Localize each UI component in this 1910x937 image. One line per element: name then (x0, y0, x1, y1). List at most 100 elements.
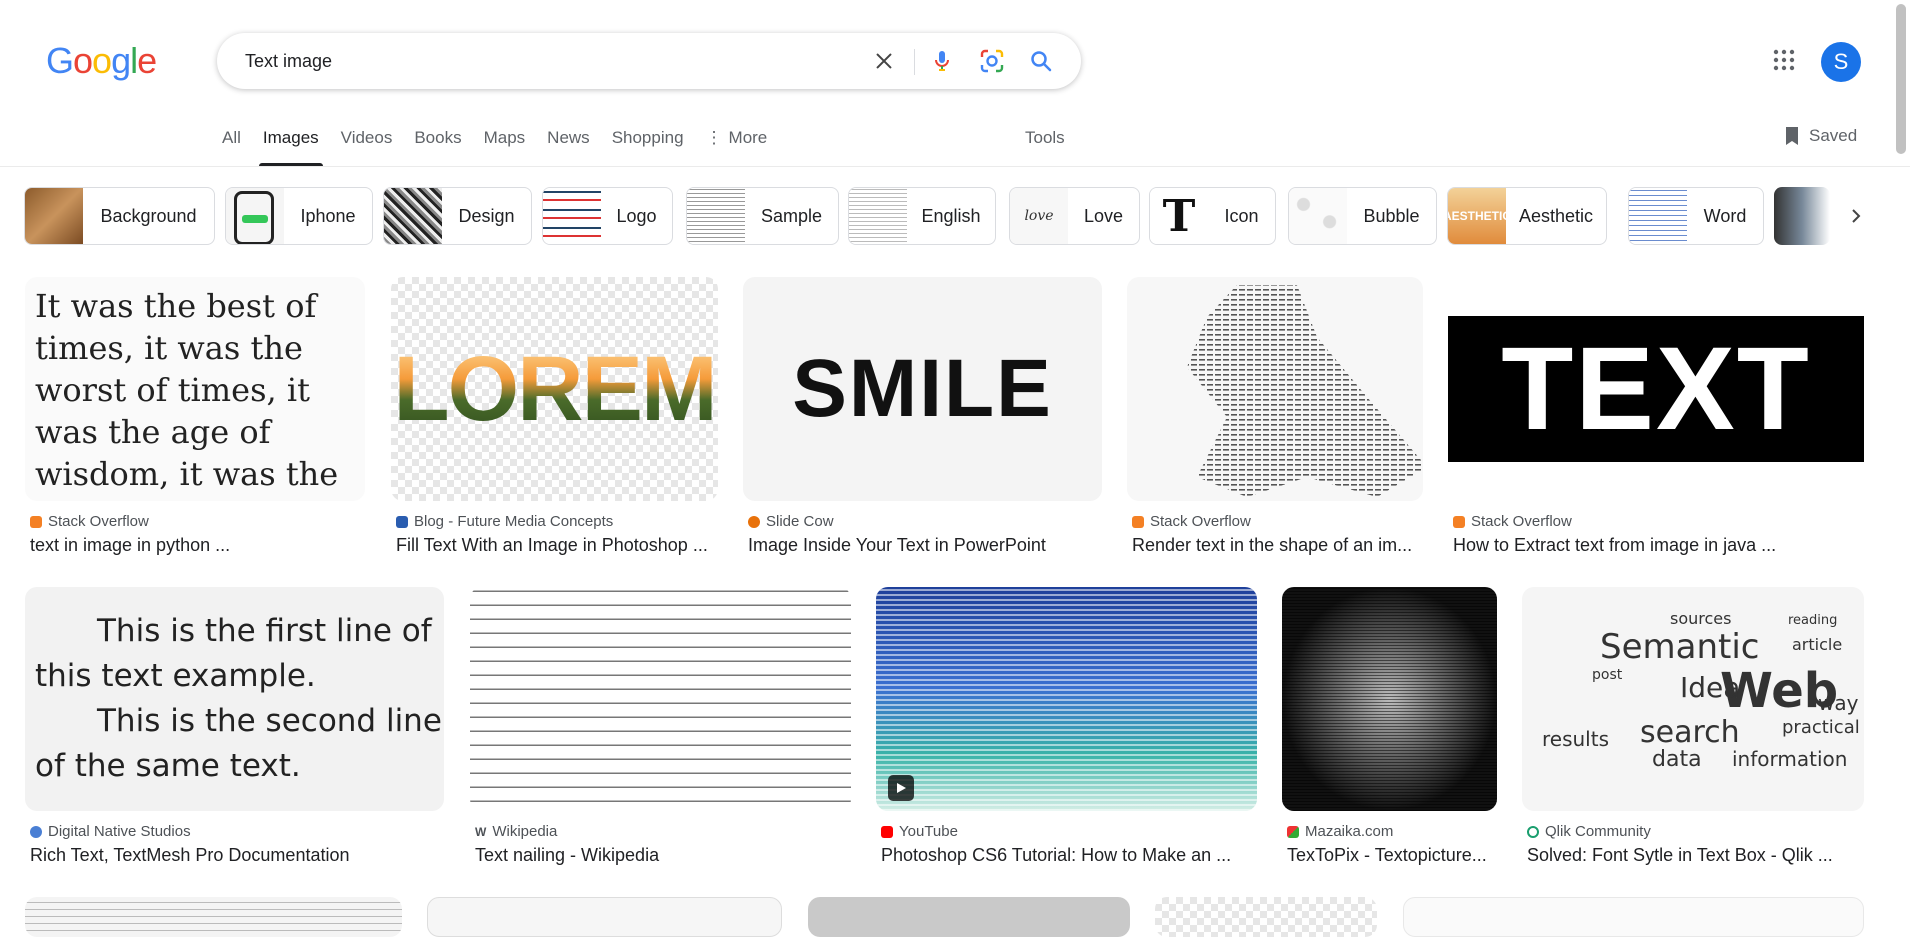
source-favicon (30, 515, 42, 528)
image-result[interactable]: W Wikipedia Text nailing - Wikipedia (470, 587, 851, 867)
source-label: Blog - Future Media Concepts (414, 513, 614, 530)
image-result[interactable]: This is the first line of this text exam… (25, 587, 444, 867)
chip-bubble[interactable]: Bubble (1288, 187, 1437, 245)
scrollbar-thumb[interactable] (1896, 4, 1906, 154)
source-favicon (1132, 515, 1144, 528)
google-logo[interactable]: Google (46, 40, 157, 82)
chip-label: Logo (616, 205, 657, 226)
tab-videos[interactable]: Videos (341, 118, 393, 166)
image-result[interactable]: It was the best of times, it was the wor… (25, 277, 365, 557)
image-result[interactable]: Mazaika.com TexToPix - Textopicture... (1282, 587, 1497, 867)
result-image: TEXT (1448, 277, 1864, 501)
result-title[interactable]: text in image in python ... (30, 535, 365, 556)
image-result[interactable]: TEXT Stack Overflow How to Extract text … (1448, 277, 1864, 557)
source-label: Mazaika.com (1305, 823, 1394, 840)
apps-grid-icon[interactable] (1772, 48, 1800, 76)
result-title[interactable]: Rich Text, TextMesh Pro Documentation (30, 845, 444, 866)
chip-logo[interactable]: Logo (542, 187, 673, 245)
cloud-word: Idea (1680, 671, 1741, 704)
saved-button[interactable]: Saved (1783, 126, 1857, 146)
logo-letter: l (130, 40, 138, 81)
chip-label: Sample (760, 205, 823, 226)
tab-more[interactable]: ⋮ More (706, 118, 768, 166)
image-result[interactable]: Stack Overflow Render text in the shape … (1127, 277, 1423, 557)
result-source: Slide Cow (748, 513, 834, 530)
chip-label: English (921, 205, 981, 226)
search-box[interactable] (217, 33, 1081, 89)
tab-images[interactable]: Images (258, 118, 323, 166)
result-source: Stack Overflow (30, 513, 149, 530)
search-input[interactable] (243, 33, 843, 89)
chip-icon[interactable]: T Icon (1149, 187, 1276, 245)
image-result[interactable]: YouTube Photoshop CS6 Tutorial: How to M… (876, 587, 1257, 867)
source-favicon (1527, 825, 1539, 838)
result-source: YouTube (881, 823, 958, 840)
tools-button[interactable]: Tools (1025, 128, 1065, 148)
result-image (470, 587, 851, 811)
chip-thumb (1629, 188, 1687, 244)
image-result[interactable] (1403, 897, 1864, 937)
tab-all[interactable]: All (222, 118, 241, 166)
chip-sample[interactable]: Sample (686, 187, 839, 245)
chip-thumb: love (1010, 188, 1068, 244)
chip-thumb (1774, 187, 1830, 245)
result-source: W Wikipedia (475, 823, 557, 840)
logo-letter: g (111, 40, 131, 81)
image-result[interactable] (427, 897, 782, 937)
cloud-word: post (1592, 667, 1623, 683)
result-title[interactable]: Fill Text With an Image in Photoshop ... (396, 535, 718, 556)
chip-design[interactable]: Design (383, 187, 532, 245)
result-title[interactable]: TexToPix - Textopicture... (1287, 845, 1497, 866)
lens-icon[interactable] (978, 47, 1006, 75)
tab-news[interactable]: News (547, 118, 590, 166)
chip-word[interactable]: Word (1628, 187, 1764, 245)
tab-maps[interactable]: Maps (484, 118, 526, 166)
chip-label: Bubble (1363, 205, 1420, 226)
image-result[interactable] (25, 897, 402, 937)
image-result[interactable] (808, 897, 1130, 937)
chip-label: Word (1703, 205, 1747, 226)
source-favicon (1453, 515, 1465, 528)
chip-english[interactable]: English (848, 187, 996, 245)
image-result[interactable]: Semantic Web search Idea data informatio… (1522, 587, 1864, 867)
result-title[interactable]: Solved: Font Sytle in Text Box - Qlik ..… (1527, 845, 1864, 866)
logo-letter: o (92, 40, 112, 81)
tab-books[interactable]: Books (414, 118, 461, 166)
chip-love[interactable]: love Love (1009, 187, 1140, 245)
result-title[interactable]: Image Inside Your Text in PowerPoint (748, 535, 1102, 556)
image-result[interactable]: LOREM Blog - Future Media Concepts Fill … (391, 277, 718, 557)
result-title[interactable]: Photoshop CS6 Tutorial: How to Make an .… (881, 845, 1257, 866)
chip-partial[interactable] (1774, 187, 1830, 245)
image-result[interactable] (1155, 897, 1377, 937)
result-title[interactable]: Render text in the shape of an im... (1132, 535, 1423, 556)
chip-background[interactable]: Background (24, 187, 215, 245)
result-image (1127, 277, 1423, 501)
chip-label: Background (100, 205, 197, 226)
result-source: Qlik Community (1527, 823, 1651, 840)
text-texture (876, 587, 1257, 811)
chip-thumb (543, 188, 601, 244)
text-shape-art (1187, 285, 1423, 497)
avatar[interactable]: S (1821, 42, 1861, 82)
chevron-right-icon[interactable] (1838, 198, 1874, 234)
microphone-icon[interactable] (928, 47, 956, 75)
chip-thumb (226, 188, 284, 244)
result-source: Blog - Future Media Concepts (396, 513, 613, 530)
result-title[interactable]: How to Extract text from image in java .… (1453, 535, 1864, 556)
play-icon[interactable] (888, 775, 914, 801)
clear-icon[interactable] (870, 47, 898, 75)
chip-thumb (25, 188, 83, 244)
source-label: Digital Native Studios (48, 823, 191, 840)
result-source: Digital Native Studios (30, 823, 191, 840)
chip-aesthetic[interactable]: AESTHETIC Aesthetic (1447, 187, 1607, 245)
saved-label: Saved (1809, 126, 1858, 145)
result-title[interactable]: Text nailing - Wikipedia (475, 845, 851, 866)
cloud-word: information (1732, 747, 1848, 771)
result-image (1282, 587, 1497, 811)
tab-shopping[interactable]: Shopping (612, 118, 684, 166)
search-icon[interactable] (1027, 47, 1055, 75)
chip-iphone[interactable]: Iphone (225, 187, 373, 245)
image-result[interactable]: SMILE Slide Cow Image Inside Your Text i… (743, 277, 1102, 557)
source-favicon (881, 825, 893, 838)
source-label: Slide Cow (766, 513, 834, 530)
